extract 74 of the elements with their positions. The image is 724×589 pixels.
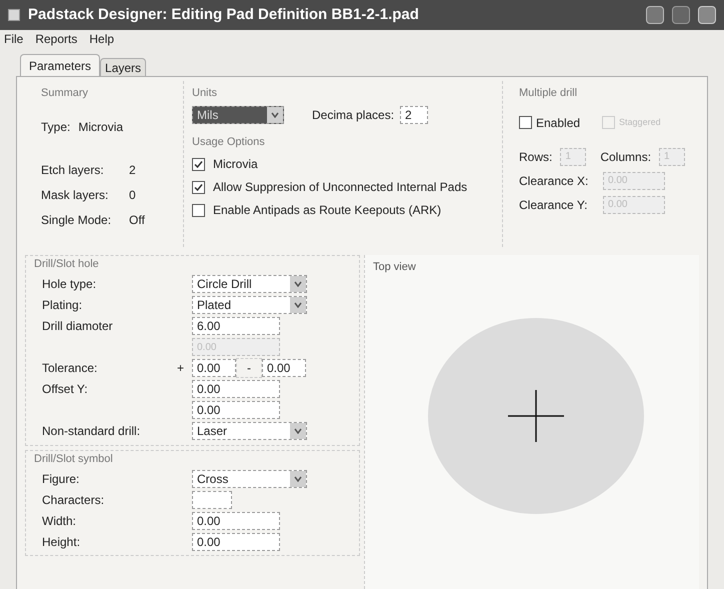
caret-icon [290, 276, 306, 292]
group-title: Drill/Slot hole [34, 257, 100, 272]
input-field[interactable]: 2 [400, 106, 428, 124]
field-label: Height: [42, 534, 80, 550]
field-value: Microvia [78, 118, 124, 136]
dropdown[interactable]: Circle Drill [192, 275, 307, 293]
input-field[interactable]: 0.00 [192, 512, 280, 530]
field-value: 0 [129, 186, 136, 204]
checkbox[interactable] [519, 116, 532, 129]
dropdown-value: Cross [197, 470, 228, 488]
dropdown[interactable]: Cross [192, 470, 307, 488]
field-label: Single Mode: [41, 212, 112, 228]
field-label: Mask layers: [41, 186, 110, 204]
field-label: Tolerance: [42, 360, 98, 377]
caret-icon [290, 297, 306, 313]
menu-item[interactable]: Help [89, 30, 114, 48]
window-title: Padstack Designer: Editing Pad Definition BB1-2-1.pad [28, 4, 419, 25]
checkbox[interactable] [192, 158, 205, 170]
checkbox-label: Microvia [213, 156, 258, 173]
field-label: Drill diamoter [42, 318, 113, 335]
input-field[interactable]: 0.00 [192, 380, 280, 398]
dropdown[interactable]: Plated [192, 296, 307, 314]
caret-icon [290, 423, 306, 439]
input-field[interactable]: 0.00 [262, 359, 306, 377]
input-field[interactable]: 0.00 [192, 401, 280, 419]
close-button[interactable] [698, 6, 716, 24]
field-label: Width: [42, 512, 76, 530]
dropdown-value: Laser [197, 423, 228, 440]
field-label: Figure: [42, 470, 80, 488]
dropdown-value: Plated [197, 297, 232, 314]
checkbox-label: Allow Suppresion of Unconnected Internal Pads [213, 179, 468, 196]
checkbox[interactable] [192, 180, 205, 194]
tab[interactable]: Parameters [20, 54, 100, 76]
field-label: Decima places: [312, 106, 394, 124]
menu-item[interactable]: File [4, 30, 24, 48]
checkbox[interactable] [192, 204, 205, 216]
field-value: Off [129, 212, 145, 228]
group-title: Multiple drill [519, 86, 578, 101]
field-label: Columns: [600, 148, 652, 166]
dropdown-value: Circle Drill [197, 276, 252, 293]
maximize-button[interactable] [672, 6, 690, 24]
tab[interactable]: Layers [100, 58, 146, 76]
app-icon [8, 9, 20, 21]
input-field[interactable]: 0.00 [192, 359, 236, 377]
dropdown[interactable]: Mils [192, 106, 284, 124]
input-field[interactable]: 0.00 [192, 532, 280, 550]
group-title: Summary [41, 86, 90, 101]
checkbox-label: Staggered [619, 116, 661, 129]
field-label: Hole type: [42, 276, 96, 293]
group-title: Units [192, 86, 218, 101]
checkbox-label: Enabled [536, 114, 580, 132]
input-field[interactable] [192, 490, 232, 508]
group-title: Drill/Slot symbol [34, 452, 114, 466]
field-label: Characters: [42, 492, 104, 508]
field-value: 2 [129, 162, 136, 178]
dropdown-value: Mils [197, 106, 218, 124]
field-label: Rows: [519, 148, 552, 166]
field-label: Type: [41, 118, 70, 136]
menu-item[interactable]: Reports [35, 30, 78, 48]
field-label: Non-standard drill: [42, 423, 140, 440]
field-label: Offset Y: [42, 381, 88, 398]
input-field[interactable]: 6.00 [192, 317, 280, 335]
minimize-button[interactable] [646, 6, 664, 24]
field-label: Clearance Y: [519, 196, 588, 214]
field-label: Clearance X: [519, 172, 590, 190]
field-label: Plating: [42, 297, 82, 314]
group-title: Top view [373, 260, 417, 275]
plus-sign: + [176, 360, 184, 377]
checkbox-label: Enable Antipads as Route Keepouts (ARK) [213, 202, 442, 219]
group-title: Usage Options [192, 134, 266, 150]
dropdown[interactable]: Laser [192, 422, 307, 440]
caret-icon [267, 106, 283, 122]
field-label: Etch layers: [41, 162, 105, 178]
caret-icon [290, 470, 306, 486]
